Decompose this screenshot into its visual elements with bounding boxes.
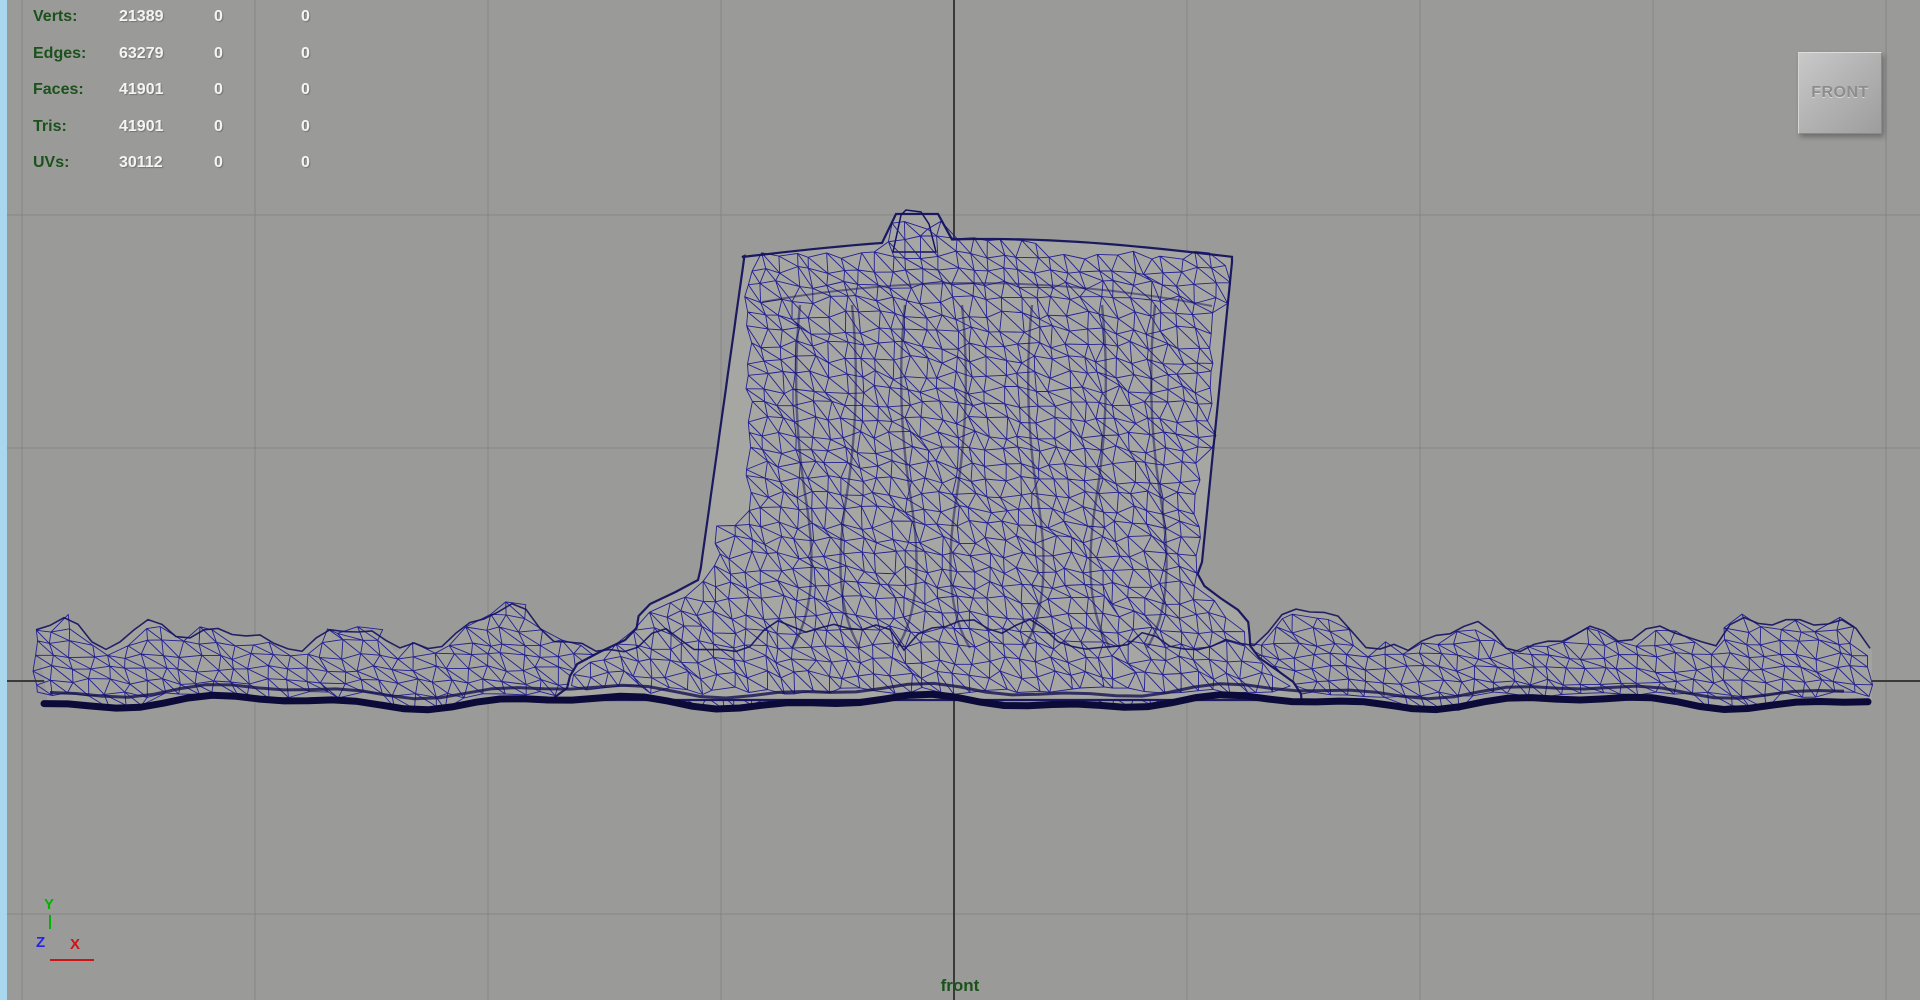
hud-stat-value: 0	[301, 81, 310, 98]
hud-stat-value: 0	[214, 8, 223, 25]
hud-stat-value: 21389	[119, 8, 164, 25]
hud-stat-label: Faces:	[33, 81, 84, 98]
hud-stat-label: Verts:	[33, 8, 78, 25]
hud-stat-value: 63279	[119, 45, 164, 62]
scene-canvas[interactable]	[0, 0, 1920, 1000]
hud-stat-value: 0	[214, 45, 223, 62]
view-name-label: front	[940, 976, 980, 995]
y-axis-line	[49, 915, 51, 929]
hud-stat-value: 0	[214, 81, 223, 98]
hud-stat-value: 30112	[119, 154, 163, 171]
hud-stat-value: 0	[301, 45, 310, 62]
hud-stat-value: 0	[214, 118, 223, 135]
hud-stat-value: 41901	[119, 118, 164, 135]
panel-highlight-border	[0, 0, 7, 1000]
hud-stat-label: Tris:	[33, 118, 67, 135]
hud-stat-value: 0	[214, 154, 223, 171]
axis-gizmo: Y Z X	[36, 896, 136, 986]
x-axis-label: X	[70, 936, 81, 953]
hud-stat-label: Edges:	[33, 45, 87, 62]
z-axis-label: Z	[36, 934, 46, 951]
viewport-panel[interactable]: Verts: 21389 0 0 Edges: 63279 0 0 Faces:…	[0, 0, 1920, 1000]
hud-stat-value: 0	[301, 118, 310, 135]
front-view-button[interactable]: FRONT	[1798, 52, 1882, 134]
y-axis-label: Y	[44, 896, 55, 913]
hud-stat-label: UVs:	[33, 154, 70, 171]
hud-stat-value: 41901	[119, 81, 164, 98]
x-axis-line	[50, 959, 94, 961]
hud-stat-value: 0	[301, 154, 310, 171]
hud-stat-value: 0	[301, 8, 310, 25]
